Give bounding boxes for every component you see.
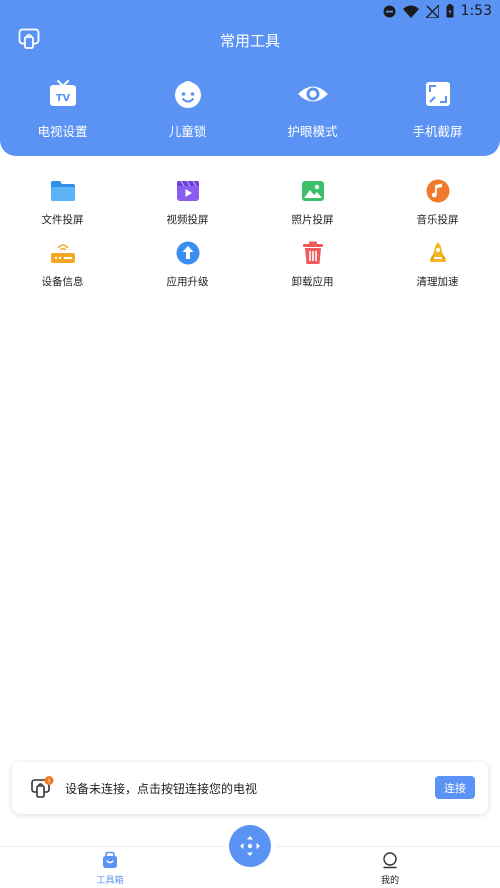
svg-text:TV: TV xyxy=(55,93,70,104)
router-icon xyxy=(50,240,76,266)
photo-cast-button[interactable]: 照片投屏 xyxy=(250,178,375,240)
tool-label: 卸载应用 xyxy=(291,276,334,288)
video-cast-button[interactable]: 视频投屏 xyxy=(125,178,250,240)
uninstall-app-button[interactable]: 卸载应用 xyxy=(250,240,375,302)
phone-screenshot-button[interactable]: 手机截屏 xyxy=(375,76,500,140)
folder-icon xyxy=(50,178,76,204)
connect-button[interactable]: 连接 xyxy=(435,776,475,799)
music-cast-button[interactable]: 音乐投屏 xyxy=(375,178,500,240)
remote-control-icon xyxy=(240,836,260,856)
battery-icon xyxy=(446,4,454,18)
no-signal-icon xyxy=(425,4,439,18)
tool-label: 视频投屏 xyxy=(166,214,209,226)
trash-icon xyxy=(300,240,326,266)
status-bar: 1:53 xyxy=(0,0,500,22)
header-banner: 常用工具 TV 电视设置 儿童锁 护眼模式 手机截屏 xyxy=(0,0,500,156)
top-tool-label: 护眼模式 xyxy=(287,124,338,139)
top-tool-label: 儿童锁 xyxy=(168,124,207,139)
cast-device-icon: ! xyxy=(30,776,54,800)
eye-protection-button[interactable]: 护眼模式 xyxy=(250,76,375,140)
device-info-button[interactable]: 设备信息 xyxy=(0,240,125,302)
file-cast-button[interactable]: 文件投屏 xyxy=(0,178,125,240)
photo-icon xyxy=(300,178,326,204)
upgrade-icon xyxy=(175,240,201,266)
tool-label: 应用升级 xyxy=(166,276,209,288)
child-lock-button[interactable]: 儿童锁 xyxy=(125,76,250,140)
nav-toolbox[interactable]: 工具箱 xyxy=(80,851,140,886)
tool-label: 设备信息 xyxy=(41,276,84,288)
nav-label: 工具箱 xyxy=(96,876,124,886)
tool-label: 音乐投屏 xyxy=(416,214,459,226)
tv-icon: TV xyxy=(45,76,81,112)
nav-label: 我的 xyxy=(380,876,399,886)
tool-label: 清理加速 xyxy=(416,276,459,288)
child-face-icon xyxy=(170,76,206,112)
tool-grid: 文件投屏 视频投屏 照片投屏 音乐投屏 设备信息 应用升级 卸载应用 清理加速 xyxy=(0,178,500,302)
video-icon xyxy=(175,178,201,204)
top-tool-label: 手机截屏 xyxy=(412,124,463,139)
tv-settings-button[interactable]: TV 电视设置 xyxy=(0,76,125,140)
do-not-disturb-icon xyxy=(383,5,396,17)
remote-control-button[interactable] xyxy=(229,825,271,867)
tool-label: 照片投屏 xyxy=(291,214,334,226)
status-time: 1:53 xyxy=(460,3,492,19)
app-upgrade-button[interactable]: 应用升级 xyxy=(125,240,250,302)
rocket-icon xyxy=(425,240,451,266)
music-icon xyxy=(425,178,451,204)
connection-message: 设备未连接，点击按钮连接您的电视 xyxy=(65,782,258,796)
nav-profile[interactable]: 我的 xyxy=(360,851,420,886)
page-title: 常用工具 xyxy=(219,32,280,50)
wifi-icon xyxy=(402,5,419,18)
top-tool-label: 电视设置 xyxy=(37,124,88,139)
screenshot-icon xyxy=(420,76,456,112)
alert-badge: ! xyxy=(48,778,51,786)
connection-status-card: ! 设备未连接，点击按钮连接您的电视 连接 xyxy=(12,762,488,814)
eye-icon xyxy=(295,76,331,112)
clean-speedup-button[interactable]: 清理加速 xyxy=(375,240,500,302)
toolbox-icon xyxy=(103,851,117,868)
profile-icon xyxy=(383,852,397,869)
tool-label: 文件投屏 xyxy=(41,214,84,226)
